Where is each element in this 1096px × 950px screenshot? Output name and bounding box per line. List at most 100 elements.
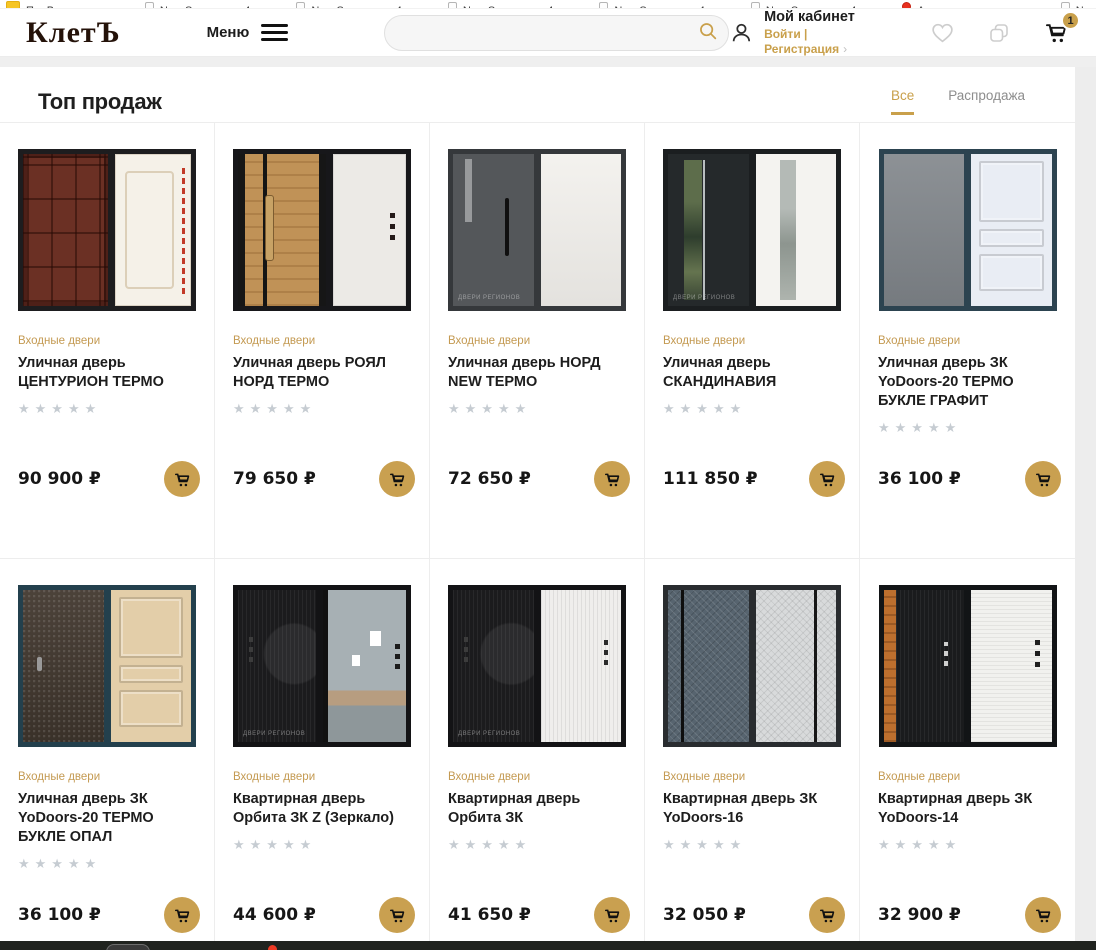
- page-icon: [145, 2, 154, 9]
- compare-button[interactable]: [987, 21, 1011, 45]
- product-image[interactable]: ДВЕРИ РЕГИОНОВ: [448, 585, 626, 747]
- bookmark-label: New Source...mp4: [160, 2, 250, 9]
- door-interior-view: [756, 590, 837, 742]
- login-register-link[interactable]: Войти | Регистрация›: [764, 27, 888, 57]
- product-card[interactable]: Входные двери Уличная дверь ЗК YoDoors-2…: [0, 559, 215, 941]
- product-title[interactable]: Уличная дверь СКАНДИНАВИЯ: [663, 354, 841, 392]
- product-title[interactable]: Квартирная дверь Орбита ЗК: [448, 790, 626, 828]
- product-title[interactable]: Квартирная дверь Орбита ЗК Z (Зеркало): [233, 790, 411, 828]
- product-image[interactable]: [18, 585, 196, 747]
- rating-stars: ★★★★★: [233, 837, 411, 853]
- add-to-cart-button[interactable]: [379, 461, 415, 497]
- cart-icon: [603, 906, 622, 925]
- product-title[interactable]: Уличная дверь ЗК YoDoors-20 ТЕРМО БУКЛЕ …: [878, 354, 1057, 411]
- product-category-link[interactable]: Входные двери: [448, 335, 626, 347]
- product-image[interactable]: [18, 149, 196, 311]
- favorites-button[interactable]: [930, 21, 955, 44]
- add-to-cart-button[interactable]: [594, 897, 630, 933]
- product-card[interactable]: ДВЕРИ РЕГИОНОВ Входные двери Квартирная …: [215, 559, 430, 941]
- bookmark-item[interactable]: New Source...mp4: [751, 0, 856, 9]
- product-card[interactable]: Входные двери Квартирная дверь ЗК YoDoor…: [860, 559, 1075, 941]
- product-price: 90 900 ₽: [18, 469, 101, 489]
- search-bar: [384, 15, 729, 51]
- add-to-cart-button[interactable]: [1025, 461, 1061, 497]
- product-title[interactable]: Квартирная дверь ЗК YoDoors-14: [878, 790, 1057, 828]
- user-icon: [729, 20, 754, 46]
- bookmark-item[interactable]: Административная: [902, 0, 1014, 9]
- bookmark-item[interactable]: New Source...mp4: [599, 0, 704, 9]
- product-price: 79 650 ₽: [233, 469, 316, 489]
- product-category-link[interactable]: Входные двери: [233, 771, 411, 783]
- door-exterior-view: [884, 590, 965, 742]
- door-interior-view: [971, 154, 1052, 306]
- next-section-strip: [0, 941, 1096, 950]
- bookmark-item[interactable]: New Source...mp4: [296, 0, 401, 9]
- add-to-cart-button[interactable]: [379, 897, 415, 933]
- image-watermark: ДВЕРИ РЕГИОНОВ: [458, 731, 520, 737]
- product-category-link[interactable]: Входные двери: [663, 771, 841, 783]
- bookmark-label: New Source...mp4: [766, 2, 856, 9]
- door-exterior-view: [238, 154, 326, 306]
- door-interior-view: [971, 590, 1052, 742]
- product-category-link[interactable]: Входные двери: [878, 771, 1057, 783]
- product-category-link[interactable]: Входные двери: [18, 335, 196, 347]
- rating-stars: ★★★★★: [448, 837, 626, 853]
- page-icon: [448, 2, 457, 9]
- add-to-cart-button[interactable]: [1025, 897, 1061, 933]
- product-card[interactable]: ДВЕРИ РЕГИОНОВ Входные двери Квартирная …: [430, 559, 645, 941]
- product-title[interactable]: Уличная дверь НОРД NEW ТЕРМО: [448, 354, 626, 392]
- product-title[interactable]: Уличная дверь РОЯЛ НОРД ТЕРМО: [233, 354, 411, 392]
- rating-stars: ★★★★★: [878, 837, 1057, 853]
- add-to-cart-button[interactable]: [809, 897, 845, 933]
- product-category-link[interactable]: Входные двери: [663, 335, 841, 347]
- folder-yellow-icon: [6, 1, 20, 9]
- account-button[interactable]: Мой кабинет Войти | Регистрация›: [729, 8, 888, 56]
- product-card[interactable]: ДВЕРИ РЕГИОНОВ Входные двери Уличная две…: [430, 123, 645, 559]
- product-category-link[interactable]: Входные двери: [878, 335, 1057, 347]
- bookmarks-bar: По- Входящие New Source...mp4 New Source…: [0, 0, 1096, 9]
- product-card[interactable]: Входные двери Уличная дверь РОЯЛ НОРД ТЕ…: [215, 123, 430, 559]
- add-to-cart-button[interactable]: [594, 461, 630, 497]
- product-card[interactable]: Входные двери Квартирная дверь ЗК YoDoor…: [645, 559, 860, 941]
- cart-icon: [388, 470, 407, 489]
- product-title[interactable]: Уличная дверь ЦЕНТУРИОН ТЕРМО: [18, 354, 196, 392]
- product-card[interactable]: Входные двери Уличная дверь ЗК YoDoors-2…: [860, 123, 1075, 559]
- site-logo[interactable]: КлетЪ: [26, 16, 121, 50]
- product-category-link[interactable]: Входные двери: [18, 771, 196, 783]
- door-interior-view: [115, 154, 192, 306]
- add-to-cart-button[interactable]: [164, 461, 200, 497]
- product-title[interactable]: Квартирная дверь ЗК YoDoors-16: [663, 790, 841, 828]
- bookmark-item[interactable]: New Source...mp4: [448, 0, 553, 9]
- bookmark-item[interactable]: По- Входящие: [6, 0, 99, 9]
- product-price: 41 650 ₽: [448, 905, 531, 925]
- product-category-link[interactable]: Входные двери: [233, 335, 411, 347]
- product-image[interactable]: ДВЕРИ РЕГИОНОВ: [233, 585, 411, 747]
- product-image[interactable]: [879, 149, 1057, 311]
- product-image[interactable]: [663, 585, 841, 747]
- bookmark-label: New Source...mp4: [614, 2, 704, 9]
- product-price: 32 900 ₽: [878, 905, 961, 925]
- tab-sale[interactable]: Распродажа: [948, 88, 1025, 115]
- cart-button[interactable]: 1: [1043, 19, 1070, 46]
- product-card[interactable]: ДВЕРИ РЕГИОНОВ Входные двери Уличная две…: [645, 123, 860, 559]
- bookmark-item[interactable]: New Source...mp4: [145, 0, 250, 9]
- tab-all[interactable]: Все: [891, 88, 914, 115]
- product-price: 111 850 ₽: [663, 469, 758, 489]
- menu-label: Меню: [207, 24, 250, 41]
- bookmark-item[interactable]: New Sourc...: [1061, 0, 1096, 9]
- product-image[interactable]: ДВЕРИ РЕГИОНОВ: [448, 149, 626, 311]
- red-app-icon: [902, 2, 911, 9]
- product-category-link[interactable]: Входные двери: [448, 771, 626, 783]
- product-image[interactable]: [233, 149, 411, 311]
- add-to-cart-button[interactable]: [164, 897, 200, 933]
- section-title: Топ продаж: [38, 89, 162, 115]
- product-image[interactable]: [879, 585, 1057, 747]
- product-card[interactable]: Входные двери Уличная дверь ЦЕНТУРИОН ТЕ…: [0, 123, 215, 559]
- search-input[interactable]: [384, 15, 729, 51]
- menu-button[interactable]: Меню: [207, 24, 289, 41]
- product-image[interactable]: ДВЕРИ РЕГИОНОВ: [663, 149, 841, 311]
- door-interior-view: [541, 154, 622, 306]
- add-to-cart-button[interactable]: [809, 461, 845, 497]
- search-button[interactable]: [693, 18, 723, 48]
- product-title[interactable]: Уличная дверь ЗК YoDoors-20 ТЕРМО БУКЛЕ …: [18, 790, 196, 847]
